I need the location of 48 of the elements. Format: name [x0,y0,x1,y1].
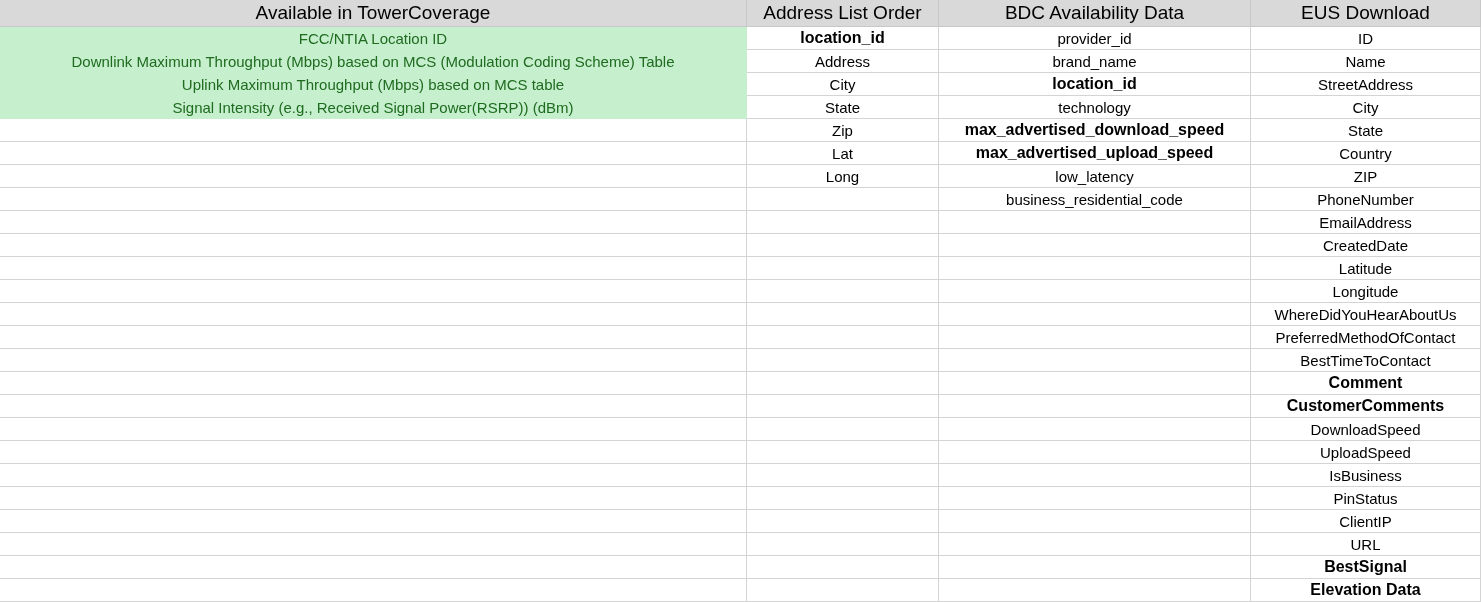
table-cell: CreatedDate [1251,234,1481,257]
table-cell: WhereDidYouHearAboutUs [1251,303,1481,326]
table-cell: URL [1251,533,1481,556]
table-cell: Latitude [1251,257,1481,280]
table-cell: location_id [747,27,939,50]
table-cell: BestTimeToContact [1251,349,1481,372]
table-cell: PreferredMethodOfContact [1251,326,1481,349]
table-cell: StreetAddress [1251,73,1481,96]
table-cell: City [1251,96,1481,119]
table-cell: UploadSpeed [1251,441,1481,464]
column-header: EUS Download [1251,0,1481,27]
table-cell: PinStatus [1251,487,1481,510]
table-cell: Country [1251,142,1481,165]
table-cell: PhoneNumber [1251,188,1481,211]
table-cell: low_latency [939,165,1251,188]
table-cell: State [1251,119,1481,142]
table-cell: City [747,73,939,96]
table-cell: max_advertised_download_speed [939,119,1251,142]
table-cell: max_advertised_upload_speed [939,142,1251,165]
table-cell: DownloadSpeed [1251,418,1481,441]
table-cell: FCC/NTIA Location ID [0,27,747,50]
table-cell: Address [747,50,939,73]
column-header: Available in TowerCoverage [0,0,747,27]
table-cell: Name [1251,50,1481,73]
table-cell: Longitude [1251,280,1481,303]
table-cell: Downlink Maximum Throughput (Mbps) based on MCS (Modulation Coding Scheme) Table [0,50,747,73]
table-cell: technology [939,96,1251,119]
table-cell: Elevation Data [1251,579,1481,602]
table-cell: location_id [939,73,1251,96]
table-cell: Signal Intensity (e.g., Received Signal Power(RSRP)) (dBm) [0,96,747,119]
table-cell: ZIP [1251,165,1481,188]
table-cell: State [747,96,939,119]
table-cell: IsBusiness [1251,464,1481,487]
column-header: BDC Availability Data [939,0,1251,27]
table-cell: CustomerComments [1251,395,1481,418]
table-cell: ID [1251,27,1481,50]
table-cell: Zip [747,119,939,142]
table-cell: BestSignal [1251,556,1481,579]
table-cell: business_residential_code [939,188,1251,211]
column-header: Address List Order [747,0,939,27]
table-cell: Comment [1251,372,1481,395]
table-cell: EmailAddress [1251,211,1481,234]
table-cell: brand_name [939,50,1251,73]
table-cell: Lat [747,142,939,165]
table-cell: Long [747,165,939,188]
table-cell: Uplink Maximum Throughput (Mbps) based on MCS table [0,73,747,96]
table-cell: ClientIP [1251,510,1481,533]
table-cell: provider_id [939,27,1251,50]
